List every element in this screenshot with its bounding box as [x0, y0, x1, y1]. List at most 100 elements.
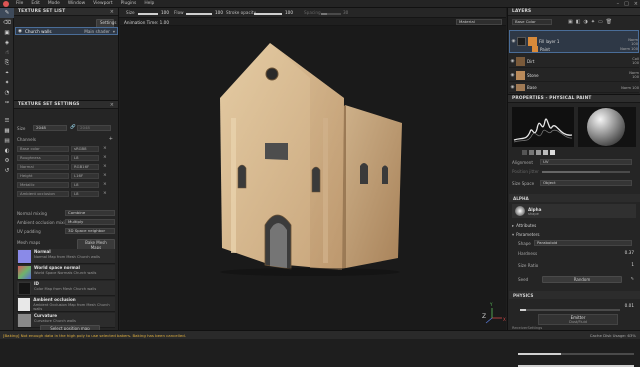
- parameters-row[interactable]: ▾ Parameters: [512, 230, 636, 238]
- add-fill-icon[interactable]: ◧: [576, 19, 581, 25]
- stroke-opacity-slider[interactable]: [254, 13, 282, 15]
- layer-item-paint[interactable]: Paint Norm 100: [532, 45, 638, 53]
- alpha-section[interactable]: ALPHA: [509, 194, 640, 202]
- size-linked-select[interactable]: 2048: [77, 125, 111, 131]
- menu-viewport[interactable]: Viewport: [89, 0, 116, 8]
- size-ratio-value[interactable]: 1: [631, 262, 634, 267]
- layer-blend[interactable]: Norm 100: [616, 47, 638, 51]
- layer-item-dirt[interactable]: ◉ Dirt Coll 100: [509, 55, 639, 68]
- texture-set-shader[interactable]: Main shader: [84, 29, 110, 34]
- layer-item-stone[interactable]: ◉ Stone Norm 100: [509, 69, 639, 82]
- shelf-icon[interactable]: ▤: [0, 136, 14, 146]
- stroke-opacity-value[interactable]: 100: [285, 10, 293, 15]
- texture-set-icon[interactable]: ▦: [0, 126, 14, 136]
- attributes-row[interactable]: ▸ Attributes: [512, 221, 636, 229]
- preview-mode-icon[interactable]: [543, 150, 548, 155]
- eye-icon[interactable]: ◉: [509, 73, 516, 78]
- viewport-mode-select[interactable]: Material: [456, 19, 502, 25]
- remove-channel-icon[interactable]: ×: [103, 191, 107, 196]
- seed-random-button[interactable]: Random: [542, 276, 622, 283]
- status-message[interactable]: [Baking] Not enough data in the high pol…: [3, 333, 186, 338]
- eraser-icon[interactable]: ⌫: [0, 18, 14, 28]
- display-settings-icon[interactable]: ◐: [0, 146, 14, 156]
- layer-blend[interactable]: Coll 100: [617, 57, 639, 65]
- spacing-slider[interactable]: [321, 13, 341, 15]
- material-picker-icon[interactable]: ⌖: [0, 68, 14, 78]
- projection-icon[interactable]: ▣: [0, 28, 14, 38]
- position-jitter-slider[interactable]: [542, 171, 630, 173]
- physics-section[interactable]: PHYSICS: [509, 291, 640, 299]
- viewer-settings-icon[interactable]: ⚙: [0, 156, 14, 166]
- layer-blend[interactable]: Norm 100: [617, 71, 639, 79]
- delete-layer-icon[interactable]: 🗑: [606, 19, 612, 25]
- add-layer-icon[interactable]: ▣: [568, 19, 573, 25]
- menu-window[interactable]: Window: [64, 0, 89, 8]
- flow-slider[interactable]: [186, 13, 212, 15]
- preview-mode-icon[interactable]: [529, 150, 534, 155]
- remove-channel-icon[interactable]: ×: [103, 173, 107, 178]
- chevron-down-icon[interactable]: ▾: [113, 29, 115, 34]
- add-channel-icon[interactable]: +: [109, 136, 113, 142]
- menu-file[interactable]: File: [12, 0, 27, 8]
- shape-select[interactable]: Paraboloid: [534, 240, 632, 246]
- normal-mixing-select[interactable]: Combine: [65, 210, 115, 216]
- preview-mode-icon[interactable]: [536, 150, 541, 155]
- remove-channel-icon[interactable]: ×: [103, 155, 107, 160]
- emitter-slot[interactable]: Emitter Dust/Fluid: [538, 314, 618, 325]
- hardness-value[interactable]: 0.37: [625, 250, 634, 255]
- physics-slider[interactable]: [520, 309, 620, 311]
- eye-icon[interactable]: ◉: [509, 59, 516, 64]
- texture-set-row[interactable]: ◉ Church walls Main shader ▾: [15, 27, 118, 35]
- color-picker-icon[interactable]: ✑: [0, 98, 14, 108]
- remove-channel-icon[interactable]: ×: [103, 146, 107, 151]
- physics-value[interactable]: 0.01: [625, 303, 634, 308]
- alignment-select[interactable]: UV: [540, 159, 632, 165]
- alpha-slot[interactable]: Alpha shape: [512, 204, 636, 218]
- layer-item-base[interactable]: ◉ Base Norm 100: [509, 83, 639, 93]
- clone-icon[interactable]: ⎘: [0, 58, 14, 68]
- flow-value[interactable]: 100: [215, 10, 223, 15]
- menu-edit[interactable]: Edit: [27, 0, 44, 8]
- ao-mixing-select[interactable]: Multiply: [65, 219, 115, 225]
- history-icon[interactable]: ↺: [0, 166, 14, 176]
- mesh-map-item[interactable]: Normal Normal Map from Mesh Church walls: [17, 249, 115, 264]
- preview-mode-icon[interactable]: [550, 150, 555, 155]
- size-slider[interactable]: [138, 13, 158, 15]
- size-value[interactable]: 100: [161, 10, 169, 15]
- mesh-map-item[interactable]: Ambient occlusion Ambient Occlusion Map f…: [17, 297, 115, 312]
- size-select[interactable]: 2048: [33, 125, 67, 131]
- maximize-icon[interactable]: □: [624, 0, 629, 8]
- menu-help[interactable]: Help: [140, 0, 158, 8]
- panel-close-icon[interactable]: ×: [110, 9, 114, 15]
- preview-mode-icon[interactable]: [522, 150, 527, 155]
- eye-icon[interactable]: ◉: [18, 29, 22, 34]
- link-icon[interactable]: 🔗: [70, 125, 76, 130]
- 3d-viewport[interactable]: Z X Y: [120, 18, 506, 330]
- minimize-icon[interactable]: –: [617, 0, 620, 8]
- menu-mode[interactable]: Mode: [44, 0, 64, 8]
- geometry-fill-icon[interactable]: ◈: [0, 38, 14, 48]
- layers-panel-icon[interactable]: ☰: [0, 116, 14, 126]
- edit-icon[interactable]: ✎: [630, 276, 634, 281]
- spacing-value[interactable]: 30: [343, 10, 348, 15]
- smudge-icon[interactable]: ☝: [0, 48, 14, 58]
- uv-padding-select[interactable]: 3D Space neighbor: [65, 228, 115, 234]
- physical-paint-icon[interactable]: ✦: [0, 78, 14, 88]
- eye-icon[interactable]: ◉: [510, 39, 517, 44]
- panel-close-icon[interactable]: ×: [110, 102, 114, 108]
- menu-plugins[interactable]: Plugins: [117, 0, 141, 8]
- layer-channel-select[interactable]: Base Color: [512, 19, 552, 25]
- layer-blend[interactable]: Norm 100: [617, 86, 639, 90]
- hardness-slider[interactable]: [518, 353, 634, 355]
- add-effect-icon[interactable]: ✦: [591, 19, 595, 25]
- remove-channel-icon[interactable]: ×: [103, 164, 107, 169]
- size-space-select[interactable]: Object: [540, 180, 632, 186]
- eye-icon[interactable]: ◉: [509, 85, 516, 90]
- bake-icon[interactable]: ◔: [0, 88, 14, 98]
- add-folder-icon[interactable]: ▭: [598, 19, 603, 25]
- paint-brush-icon[interactable]: ✎: [0, 8, 14, 18]
- mesh-map-item[interactable]: ID Color Map from Mesh Church walls: [17, 281, 115, 296]
- remove-channel-icon[interactable]: ×: [103, 182, 107, 187]
- mesh-map-item[interactable]: World space normal World Space Normals Ch…: [17, 265, 115, 280]
- church-model[interactable]: Z X Y: [120, 18, 506, 330]
